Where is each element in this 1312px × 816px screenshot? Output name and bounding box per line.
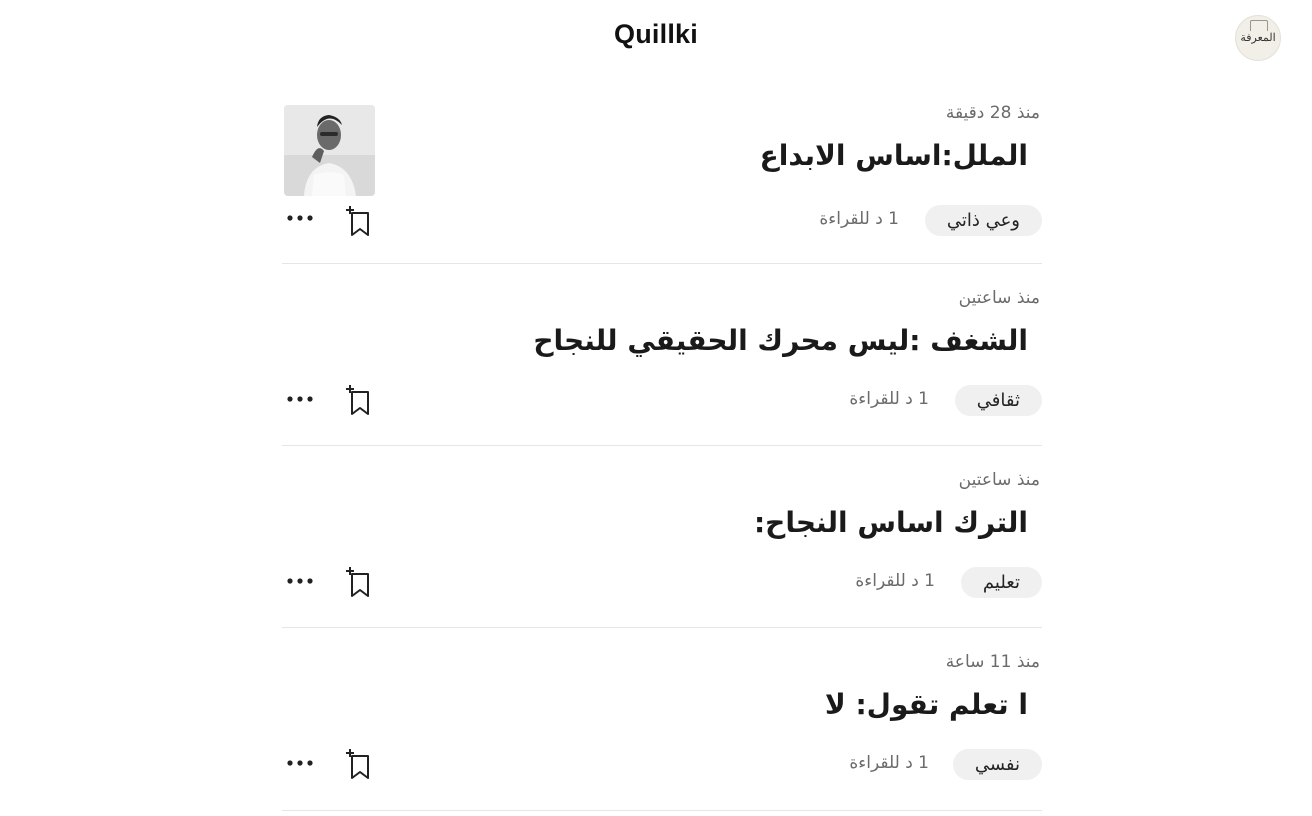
top-bar: Quillki المعرفة [0,0,1312,76]
post-card[interactable]: منذ 28 دقيقة الملل:اساس الابداع وعي ذاتي… [282,84,1042,264]
post-card[interactable]: منذ ساعتين الشغف :ليس محرك الحقيقي للنجا… [282,264,1042,446]
avatar-label: المعرفة [1240,31,1276,44]
more-horizontal-icon[interactable] [284,206,316,230]
post-feed: منذ 28 دقيقة الملل:اساس الابداع وعي ذاتي… [282,84,1042,811]
more-horizontal-icon[interactable] [284,751,316,775]
post-tag[interactable]: تعليم [960,567,1042,598]
post-title[interactable]: الترك اساس النجاح: [754,506,1028,539]
bookmark-add-icon[interactable] [344,205,374,237]
post-tag[interactable]: نفسي [952,749,1042,780]
post-tag[interactable]: وعي ذاتي [924,205,1042,236]
read-time: 1 د للقراءة [849,389,929,409]
post-card[interactable]: منذ 11 ساعة ا تعلم تقول: لا نفسي 1 د للق… [282,628,1042,811]
portrait-photo-icon[interactable] [284,105,375,196]
avatar[interactable]: المعرفة [1235,15,1281,61]
post-time: منذ 11 ساعة [945,652,1040,672]
more-horizontal-icon[interactable] [284,569,316,593]
bookmark-add-icon[interactable] [344,384,374,416]
more-horizontal-icon[interactable] [284,387,316,411]
post-time: منذ ساعتين [958,470,1040,490]
post-title[interactable]: الملل:اساس الابداع [760,139,1028,172]
post-time: منذ 28 دقيقة [945,103,1040,123]
book-icon [1250,20,1268,31]
bookmark-add-icon[interactable] [344,748,374,780]
brand-logo[interactable]: Quillki [0,19,1312,50]
read-time: 1 د للقراءة [819,209,899,229]
post-title[interactable]: الشغف :ليس محرك الحقيقي للنجاح [533,324,1028,357]
post-card[interactable]: منذ ساعتين الترك اساس النجاح: تعليم 1 د … [282,446,1042,628]
post-title[interactable]: ا تعلم تقول: لا [825,688,1028,721]
read-time: 1 د للقراءة [849,753,929,773]
post-time: منذ ساعتين [958,288,1040,308]
bookmark-add-icon[interactable] [344,566,374,598]
read-time: 1 د للقراءة [855,571,935,591]
post-tag[interactable]: ثقافي [954,385,1042,416]
